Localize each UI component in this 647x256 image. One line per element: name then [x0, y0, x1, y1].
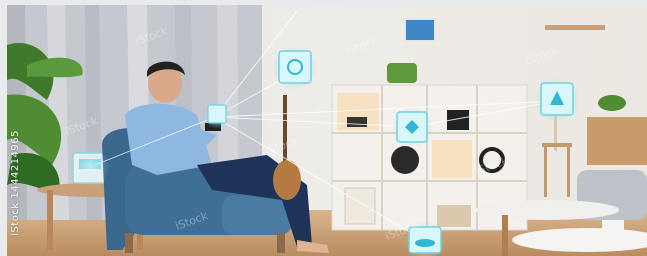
- wall-shelf: [545, 25, 605, 30]
- smart-shelf-device-icon: [392, 107, 432, 147]
- smart-lamp-icon: [273, 46, 317, 90]
- smart-hub-icon: [70, 147, 110, 187]
- smartphone-icon: [203, 101, 231, 129]
- stock-image-id: iStock 1444214965: [10, 130, 21, 236]
- floor-lamp-icon: [535, 78, 579, 122]
- smart-home-photo: iStock iStock iStock iStock iStock iStoc…: [7, 5, 647, 256]
- wall-picture: [404, 18, 436, 42]
